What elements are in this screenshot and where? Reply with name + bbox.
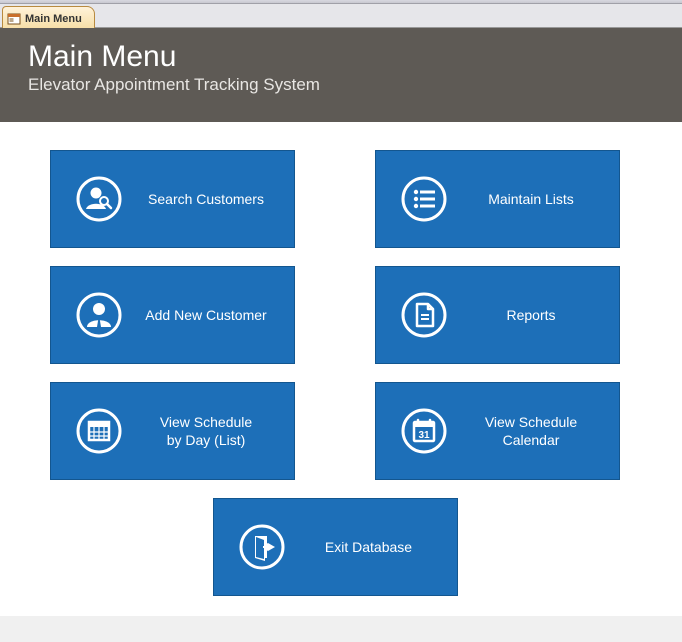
tile-add-customer[interactable]: Add New Customer <box>50 266 295 364</box>
tile-maintain-lists[interactable]: Maintain Lists <box>375 150 620 248</box>
tile-grid: Search Customers Maintain Lists <box>50 150 632 596</box>
tile-label: Reports <box>466 306 596 324</box>
tile-label: Add New Customer <box>141 306 271 324</box>
tile-label: Exit Database <box>304 538 434 556</box>
tile-label: View Scheduleby Day (List) <box>141 413 271 449</box>
page-subtitle: Elevator Appointment Tracking System <box>28 75 654 95</box>
tile-search-customers[interactable]: Search Customers <box>50 150 295 248</box>
tab-main-menu[interactable]: Main Menu <box>2 6 95 28</box>
calendar-grid-icon <box>71 408 127 454</box>
tile-exit-database[interactable]: Exit Database <box>213 498 458 596</box>
list-icon <box>396 176 452 222</box>
calendar-day-icon: 31 <box>396 408 452 454</box>
header-band: Main Menu Elevator Appointment Tracking … <box>0 28 682 122</box>
document-icon <box>396 292 452 338</box>
search-person-icon <box>71 176 127 222</box>
tile-reports[interactable]: Reports <box>375 266 620 364</box>
tile-label: View ScheduleCalendar <box>466 413 596 449</box>
tile-schedule-calendar[interactable]: 31 View ScheduleCalendar <box>375 382 620 480</box>
tab-label: Main Menu <box>25 13 82 25</box>
page-title: Main Menu <box>28 40 654 73</box>
exit-icon <box>234 524 290 570</box>
content-area: Search Customers Maintain Lists <box>0 122 682 616</box>
person-icon <box>71 292 127 338</box>
svg-text:31: 31 <box>418 430 430 441</box>
form-icon <box>7 12 21 26</box>
tile-label: Search Customers <box>141 190 271 208</box>
tab-row: Main Menu <box>0 4 682 28</box>
tile-schedule-day[interactable]: View Scheduleby Day (List) <box>50 382 295 480</box>
tile-label: Maintain Lists <box>466 190 596 208</box>
